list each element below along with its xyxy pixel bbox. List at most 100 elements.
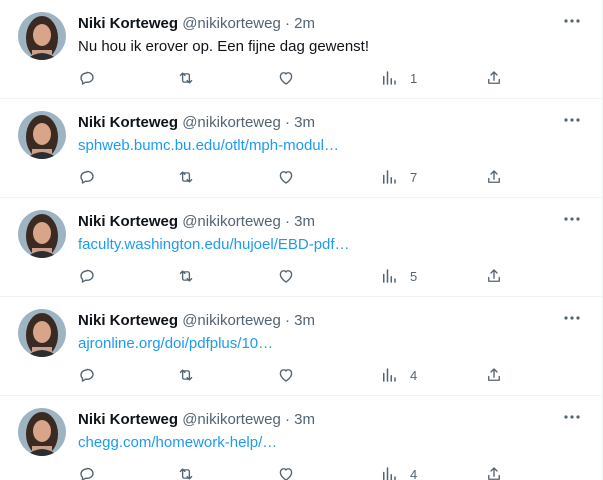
tweet[interactable]: Niki Korteweg @nikikorteweg · 3m faculty…	[0, 198, 602, 297]
share-button[interactable]	[485, 264, 503, 288]
tweet-link[interactable]: faculty.washington.edu/hujoel/EBD-pdf…	[78, 235, 350, 255]
separator-dot: ·	[284, 114, 290, 131]
views-count: 5	[410, 268, 418, 284]
retweet-button[interactable]	[177, 363, 195, 387]
reply-button[interactable]	[78, 264, 96, 288]
tweet-actions: 4	[0, 363, 602, 387]
avatar[interactable]	[18, 111, 66, 159]
heart-icon	[279, 468, 293, 480]
tweet-header: Niki Korteweg @nikikorteweg · 2m	[78, 14, 315, 34]
reply-button[interactable]	[78, 363, 96, 387]
tweet[interactable]: Niki Korteweg @nikikorteweg · 3m ajronli…	[0, 297, 602, 396]
reply-button[interactable]	[78, 462, 96, 480]
views-icon	[383, 170, 396, 184]
retweet-icon	[179, 72, 193, 84]
like-button[interactable]	[277, 165, 295, 189]
like-button[interactable]	[277, 66, 295, 90]
retweet-icon	[179, 270, 193, 282]
retweet-icon	[179, 468, 193, 480]
views-button[interactable]: 4	[380, 363, 417, 387]
separator-dot: ·	[284, 213, 290, 230]
tweet-link[interactable]: sphweb.bumc.bu.edu/otlt/mph-modul…	[78, 136, 339, 156]
avatar[interactable]	[18, 309, 66, 357]
timeline-feed: Niki Korteweg @nikikorteweg · 2m Nu hou …	[0, 0, 603, 480]
author-name[interactable]: Niki Korteweg	[78, 114, 178, 131]
share-icon	[488, 269, 500, 282]
more-horizontal-icon[interactable]	[561, 109, 583, 131]
share-icon	[488, 368, 500, 381]
more-horizontal-icon[interactable]	[561, 208, 583, 230]
heart-icon	[279, 171, 293, 184]
views-button[interactable]: 7	[380, 165, 417, 189]
share-button[interactable]	[485, 462, 503, 480]
tweet-header: Niki Korteweg @nikikorteweg · 3m	[78, 212, 315, 232]
author-handle[interactable]: @nikikorteweg	[182, 213, 281, 230]
tweet[interactable]: Niki Korteweg @nikikorteweg · 3m chegg.c…	[0, 396, 602, 480]
author-name[interactable]: Niki Korteweg	[78, 213, 178, 230]
tweet-actions: 4	[0, 462, 602, 480]
retweet-button[interactable]	[177, 165, 195, 189]
more-horizontal-icon[interactable]	[561, 406, 583, 428]
views-button[interactable]: 1	[380, 66, 417, 90]
tweet-header: Niki Korteweg @nikikorteweg · 3m	[78, 410, 315, 430]
tweet-actions: 5	[0, 264, 602, 288]
share-button[interactable]	[485, 165, 503, 189]
timestamp[interactable]: 3m	[294, 312, 315, 329]
more-horizontal-icon[interactable]	[561, 307, 583, 329]
views-button[interactable]: 5	[380, 264, 417, 288]
timestamp[interactable]: 3m	[294, 411, 315, 428]
tweet-header: Niki Korteweg @nikikorteweg · 3m	[78, 311, 315, 331]
timestamp[interactable]: 3m	[294, 114, 315, 131]
author-name[interactable]: Niki Korteweg	[78, 15, 178, 32]
retweet-icon	[179, 171, 193, 183]
views-count: 7	[410, 169, 418, 185]
author-handle[interactable]: @nikikorteweg	[182, 15, 281, 32]
avatar[interactable]	[18, 408, 66, 456]
timestamp[interactable]: 2m	[294, 15, 315, 32]
share-button[interactable]	[485, 66, 503, 90]
tweet[interactable]: Niki Korteweg @nikikorteweg · 2m Nu hou …	[0, 0, 602, 99]
like-button[interactable]	[277, 363, 295, 387]
avatar[interactable]	[18, 210, 66, 258]
author-name[interactable]: Niki Korteweg	[78, 411, 178, 428]
reply-icon	[80, 368, 94, 382]
share-icon	[488, 467, 500, 480]
author-handle[interactable]: @nikikorteweg	[182, 411, 281, 428]
like-button[interactable]	[277, 462, 295, 480]
heart-icon	[279, 369, 293, 382]
tweet-link[interactable]: chegg.com/homework-help/…	[78, 433, 277, 453]
views-count: 4	[410, 367, 418, 383]
retweet-icon	[179, 369, 193, 381]
reply-button[interactable]	[78, 165, 96, 189]
views-icon	[383, 467, 396, 480]
timestamp[interactable]: 3m	[294, 213, 315, 230]
tweet-actions: 1	[0, 66, 602, 90]
retweet-button[interactable]	[177, 264, 195, 288]
like-button[interactable]	[277, 264, 295, 288]
views-icon	[383, 71, 396, 85]
views-icon	[383, 269, 396, 283]
tweet-text: Nu hou ik erover op. Een fijne dag gewen…	[78, 38, 370, 55]
reply-icon	[80, 170, 94, 184]
tweet-header: Niki Korteweg @nikikorteweg · 3m	[78, 113, 315, 133]
heart-icon	[279, 270, 293, 283]
reply-icon	[80, 269, 94, 283]
separator-dot: ·	[284, 411, 290, 428]
tweet-link[interactable]: ajronline.org/doi/pdfplus/10…	[78, 334, 273, 354]
avatar[interactable]	[18, 12, 66, 60]
share-icon	[488, 71, 500, 84]
retweet-button[interactable]	[177, 66, 195, 90]
views-icon	[383, 368, 396, 382]
reply-button[interactable]	[78, 66, 96, 90]
share-button[interactable]	[485, 363, 503, 387]
tweet-actions: 7	[0, 165, 602, 189]
views-count: 4	[410, 466, 418, 480]
views-count: 1	[410, 70, 418, 86]
author-handle[interactable]: @nikikorteweg	[182, 114, 281, 131]
views-button[interactable]: 4	[380, 462, 417, 480]
author-name[interactable]: Niki Korteweg	[78, 312, 178, 329]
more-horizontal-icon[interactable]	[561, 10, 583, 32]
retweet-button[interactable]	[177, 462, 195, 480]
author-handle[interactable]: @nikikorteweg	[182, 312, 281, 329]
tweet[interactable]: Niki Korteweg @nikikorteweg · 3m sphweb.…	[0, 99, 602, 198]
